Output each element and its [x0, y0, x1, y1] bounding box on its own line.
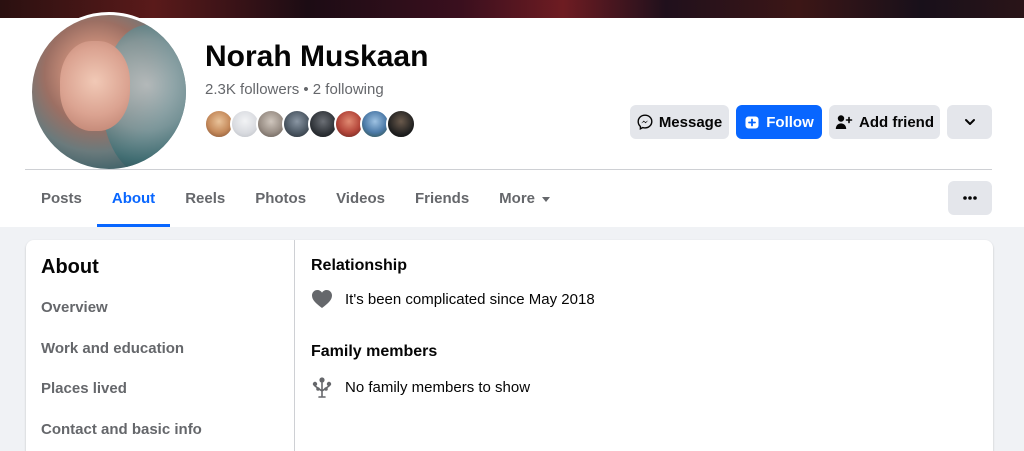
friend-avatar[interactable] [386, 109, 416, 139]
about-nav-places-lived[interactable]: Places lived [41, 380, 127, 397]
cover-photo[interactable] [0, 0, 1024, 18]
family-tree-icon [312, 377, 332, 398]
relationship-heading: Relationship [311, 257, 408, 274]
message-button[interactable]: Message [630, 105, 729, 139]
tab-about[interactable]: About [96, 170, 171, 227]
family-heading: Family members [311, 343, 438, 360]
add-friend-label: Add friend [859, 113, 934, 131]
about-nav-overview[interactable]: Overview [41, 299, 108, 316]
about-nav-work-education[interactable]: Work and education [41, 340, 184, 357]
profile-avatar[interactable] [29, 12, 189, 172]
messenger-icon [637, 114, 653, 130]
tab-label: Reels [185, 190, 226, 207]
profile-header: Norah Muskaan 2.3K followers • 2 followi… [0, 12, 1024, 227]
tab-label: Posts [41, 190, 82, 207]
profile-menu-button[interactable] [948, 181, 992, 215]
follow-label: Follow [766, 113, 814, 131]
tab-friends[interactable]: Friends [400, 170, 484, 227]
tab-label: Friends [414, 190, 470, 207]
family-row: No family members to show [311, 376, 530, 398]
tab-photos[interactable]: Photos [240, 170, 321, 227]
chevron-down-icon [964, 119, 975, 125]
about-nav-contact-info[interactable]: Contact and basic info [41, 421, 202, 438]
family-text: No family members to show [345, 378, 531, 396]
tab-label: Photos [255, 190, 307, 207]
tab-posts[interactable]: Posts [26, 170, 97, 227]
about-sidebar: About Overview Work and education Places… [26, 240, 295, 451]
more-options-dropdown[interactable] [947, 105, 992, 139]
message-label: Message [658, 113, 723, 131]
tab-more[interactable]: More [484, 170, 566, 227]
about-title: About [41, 256, 99, 278]
tab-label: More [499, 190, 536, 207]
follow-icon [745, 116, 759, 129]
caret-down-icon [542, 196, 551, 202]
tab-label: About [111, 190, 156, 207]
profile-name: Norah Muskaan [205, 40, 429, 73]
relationship-row: It's been complicated since May 2018 [311, 289, 595, 309]
tab-reels[interactable]: Reels [170, 170, 240, 227]
follow-button[interactable]: Follow [736, 105, 822, 139]
tab-videos[interactable]: Videos [321, 170, 400, 227]
profile-tabs: Posts About Reels Photos Videos Friends … [26, 170, 566, 227]
add-friend-icon [835, 115, 853, 129]
relationship-text: It's been complicated since May 2018 [345, 290, 595, 308]
tab-label: Videos [336, 190, 385, 207]
add-friend-button[interactable]: Add friend [829, 105, 940, 139]
mutual-friends-avatars[interactable] [204, 109, 416, 139]
about-card: About Overview Work and education Places… [26, 240, 993, 451]
heart-icon [312, 290, 332, 308]
profile-stats[interactable]: 2.3K followers • 2 following [205, 81, 384, 98]
more-dots-icon [963, 196, 977, 200]
